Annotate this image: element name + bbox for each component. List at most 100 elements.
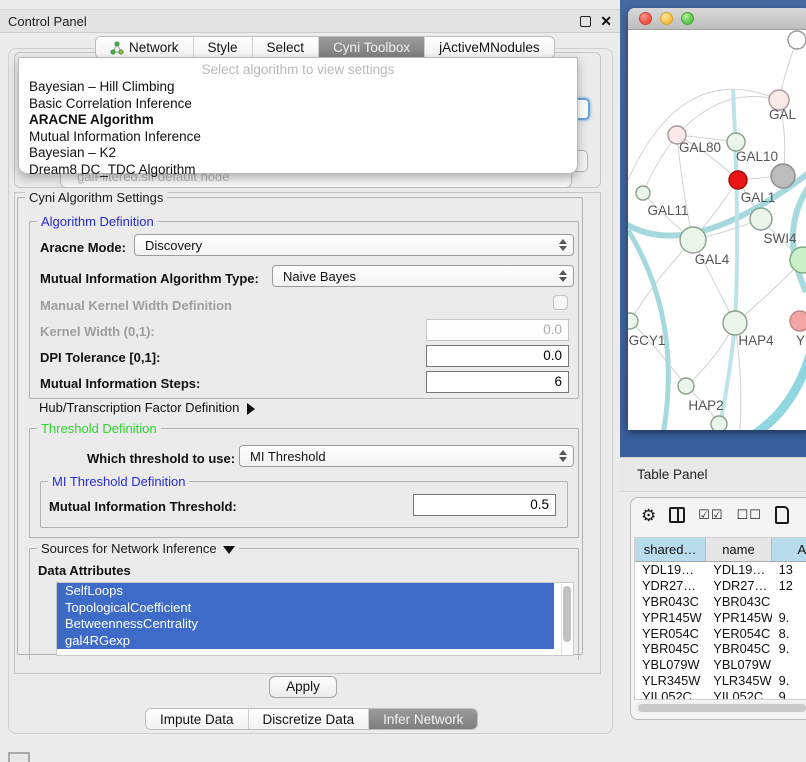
network-node-hap2[interactable] — [678, 378, 694, 394]
attribute-list-item[interactable]: gal4RGexp — [57, 633, 554, 650]
table-cell: YBR043C — [706, 594, 771, 610]
table-row[interactable]: YIL052CYIL052C9 — [635, 689, 806, 700]
table-row[interactable]: YBR045CYBR045C9. — [635, 641, 806, 657]
algorithm-option[interactable]: Bayesian – Hill Climbing — [19, 79, 577, 96]
close-window-icon[interactable] — [639, 12, 652, 25]
hub-definition-toggle[interactable]: Hub/Transcription Factor Definition — [39, 400, 255, 415]
algorithm-option[interactable]: ARACNE Algorithm — [19, 112, 577, 129]
table-toolbar: ⚙ ☑☑ ☐☐ — [641, 506, 789, 524]
algorithm-option[interactable]: Basic Correlation Inference — [19, 96, 577, 113]
table-row[interactable]: YBL079WYBL079W — [635, 657, 806, 673]
tab-cyni-toolbox[interactable]: Cyni Toolbox — [319, 37, 425, 58]
cyni-settings-group-title: Cyni Algorithm Settings — [25, 190, 167, 205]
table-row[interactable]: YER054CYER054C8. — [635, 626, 806, 642]
combo-stepper-icon — [559, 450, 567, 462]
dpi-tolerance-field[interactable]: 0.0 — [426, 345, 569, 367]
table-cell — [772, 657, 806, 673]
network-node-gal4[interactable] — [680, 227, 706, 253]
mi-steps-field[interactable]: 6 — [426, 371, 569, 393]
table-cell: 12 — [772, 578, 806, 594]
table-row[interactable]: YBR043CYBR043C — [635, 594, 806, 610]
network-node-gal1[interactable] — [750, 208, 772, 230]
table-row[interactable]: YLR345WYLR345W9. — [635, 673, 806, 689]
network-node[interactable] — [771, 164, 795, 188]
threshold-definition-title: Threshold Definition — [37, 421, 161, 436]
column-header[interactable]: A — [772, 538, 806, 561]
tab-jactivemnodules[interactable]: jActiveMNodules — [425, 37, 554, 58]
which-threshold-label: Which threshold to use: — [87, 451, 235, 466]
aracne-mode-combo[interactable]: Discovery — [134, 234, 574, 256]
expanded-arrow-icon — [223, 546, 235, 554]
manual-kernel-checkbox[interactable] — [553, 295, 568, 310]
attribute-list-item[interactable]: SelfLoops — [57, 583, 554, 600]
network-node-gal11[interactable] — [636, 186, 650, 200]
table-cell: YER054C — [706, 626, 771, 642]
node-label: HAP4 — [738, 333, 774, 348]
subtab-infer-network[interactable]: Infer Network — [369, 709, 477, 729]
algorithm-definition-group: Algorithm Definition Aracne Mode: Discov… — [29, 221, 579, 399]
panel-window-controls: ✕ — [580, 14, 612, 28]
close-panel-icon[interactable]: ✕ — [600, 14, 612, 28]
attribute-list-item[interactable]: TopologicalCoefficient — [57, 600, 554, 617]
minimize-window-icon[interactable] — [660, 12, 673, 25]
network-node[interactable] — [711, 416, 727, 430]
tab-style[interactable]: Style — [194, 37, 253, 58]
hub-definition-label: Hub/Transcription Factor Definition — [39, 400, 239, 415]
node-attribute-table[interactable]: shared…nameA YDL19…YDL19…13YDR27…YDR27…1… — [634, 537, 806, 700]
column-header[interactable]: name — [706, 538, 771, 561]
subtab-discretize-data[interactable]: Discretize Data — [249, 709, 370, 729]
tab-label: Infer Network — [383, 712, 463, 727]
column-header[interactable]: shared… — [635, 538, 706, 561]
document-icon[interactable] — [775, 506, 789, 524]
algorithm-option[interactable]: Dream8 DC_TDC Algorithm — [19, 162, 577, 179]
network-node-hap4[interactable] — [723, 311, 747, 335]
gear-icon[interactable]: ⚙ — [641, 507, 656, 524]
table-body: YDL19…YDL19…13YDR27…YDR27…12YBR043CYBR04… — [635, 562, 806, 700]
which-threshold-combo[interactable]: MI Threshold — [239, 445, 574, 467]
node-label: HAP2 — [688, 398, 723, 413]
mi-threshold-field[interactable]: 0.5 — [413, 494, 556, 516]
algorithm-option[interactable]: Mutual Information Inference — [19, 129, 577, 146]
zoom-window-icon[interactable] — [681, 12, 694, 25]
node-label: GAL — [769, 107, 797, 122]
table-cell: 13 — [772, 562, 806, 578]
table-horizontal-scrollbar[interactable] — [634, 702, 806, 713]
apply-button[interactable]: Apply — [269, 676, 337, 698]
minimized-panel-icon[interactable] — [8, 752, 30, 762]
node-label: GAL80 — [679, 140, 721, 155]
network-node-gcy1[interactable] — [628, 313, 638, 329]
table-row[interactable]: YDR27…YDR27…12 — [635, 578, 806, 594]
tab-select[interactable]: Select — [253, 37, 320, 58]
network-node-y[interactable] — [790, 311, 806, 331]
attribute-list-item[interactable]: BetweennessCentrality — [57, 616, 554, 633]
table-cell: YLR345W — [635, 673, 706, 689]
table-row[interactable]: YDL19…YDL19…13 — [635, 562, 806, 578]
control-panel-titlebar: Control Panel ✕ — [0, 9, 620, 33]
subtab-impute-data[interactable]: Impute Data — [146, 709, 249, 729]
select-all-checkboxes-icon[interactable]: ☑☑ — [698, 507, 723, 523]
tab-label: Cyni Toolbox — [333, 40, 410, 55]
network-window-titlebar[interactable] — [628, 8, 806, 30]
panel-title: Control Panel — [8, 14, 87, 29]
kernel-width-field[interactable]: 0.0 — [426, 319, 569, 341]
sources-group: Sources for Network Inference Data Attri… — [29, 548, 579, 660]
columns-icon[interactable] — [669, 507, 685, 523]
sources-group-title[interactable]: Sources for Network Inference — [37, 541, 239, 556]
mi-steps-label: Mutual Information Steps: — [40, 376, 200, 391]
aracne-mode-label: Aracne Mode: — [40, 240, 126, 255]
network-node[interactable] — [788, 31, 806, 49]
tab-network[interactable]: Network — [96, 37, 194, 58]
table-cell: 9 — [772, 689, 806, 700]
attributes-scrollbar[interactable] — [561, 584, 572, 656]
table-row[interactable]: YPR145WYPR145W9. — [635, 610, 806, 626]
deselect-all-checkboxes-icon[interactable]: ☐☐ — [737, 507, 762, 523]
float-panel-icon[interactable] — [580, 16, 591, 27]
algorithm-dropdown-placeholder: Select algorithm to view settings — [19, 58, 577, 79]
algorithm-option[interactable]: Bayesian – K2 — [19, 145, 577, 162]
network-node[interactable] — [729, 171, 747, 189]
combo-stepper-icon — [559, 239, 567, 251]
data-attributes-list[interactable]: SelfLoopsTopologicalCoefficientBetweenne… — [56, 582, 574, 656]
network-canvas[interactable]: GALGAL80GAL10GAL1GAL11SWI4GAL4GCY1HAP4YH… — [628, 30, 806, 430]
mi-type-value: Naive Bayes — [283, 269, 356, 284]
mi-type-combo[interactable]: Naive Bayes — [272, 265, 574, 287]
